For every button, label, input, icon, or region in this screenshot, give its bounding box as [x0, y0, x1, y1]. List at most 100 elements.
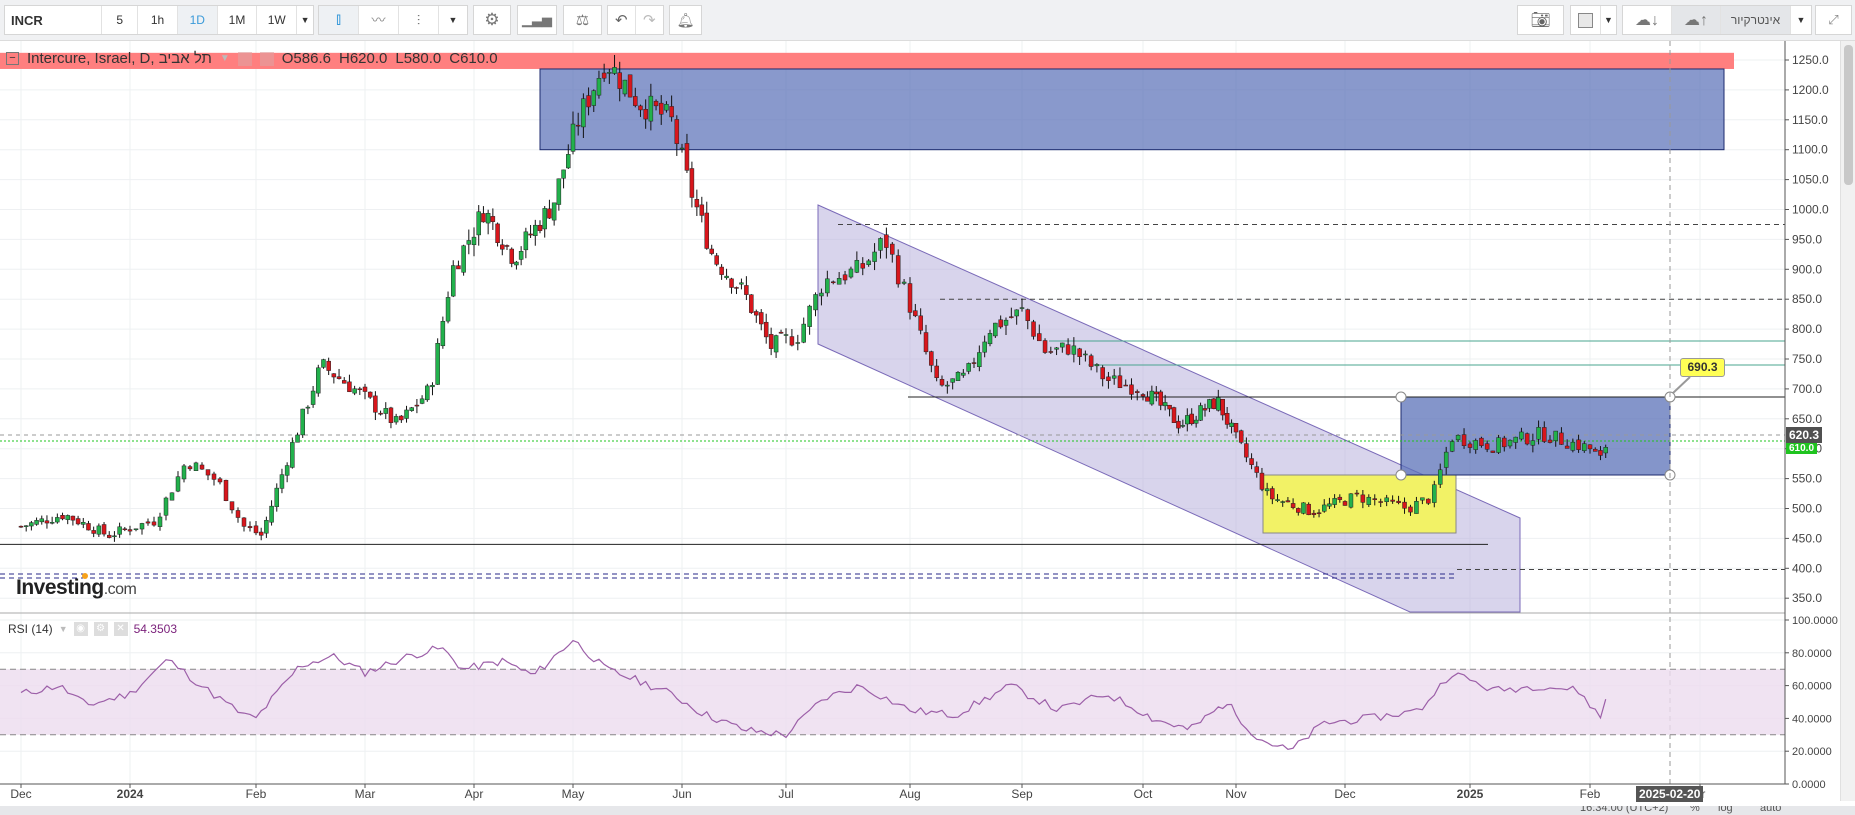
candle-up [955, 371, 961, 381]
candle-up [1275, 499, 1280, 501]
time-tick-label: May [561, 787, 585, 801]
candle-down [1158, 391, 1163, 406]
candle-down [1467, 443, 1473, 448]
candle-up [591, 90, 597, 106]
candle-down [1270, 488, 1275, 500]
candle-down [638, 105, 643, 111]
candle-down [357, 388, 363, 391]
candle-down [1316, 512, 1322, 514]
legend-open: O586.6 [281, 50, 331, 67]
candle-up [664, 104, 669, 111]
candle-up [310, 390, 316, 405]
candle-down [1167, 404, 1172, 410]
candle-down [633, 96, 638, 106]
log-toggle[interactable]: log [1718, 806, 1733, 814]
candle-down [1140, 394, 1146, 397]
auto-toggle[interactable]: auto [1760, 806, 1781, 814]
legend-settings-icon[interactable] [259, 51, 274, 66]
candle-up [435, 343, 440, 385]
candle-down [326, 360, 331, 371]
legend-title: Intercure, Israel, D, תל אביב [27, 50, 212, 67]
time-tick-label: Apr [464, 787, 484, 801]
candle-up [55, 517, 60, 523]
rsi-dropdown-icon[interactable]: ▼ [59, 624, 68, 634]
candle-down [1249, 458, 1254, 465]
legend-close: C610.0 [449, 50, 498, 67]
candle-up [1384, 497, 1389, 502]
candle-up [445, 297, 451, 322]
candle-up [1229, 422, 1234, 427]
rsi-tick-label: 80.0000 [1792, 648, 1832, 660]
time-tick-label: Jun [672, 787, 692, 801]
price-tick-label: 700.0 [1792, 382, 1822, 396]
candle-up [139, 523, 145, 530]
candle-up [316, 367, 321, 394]
price-tick-label: 900.0 [1792, 262, 1822, 276]
time-tick-label: Dec [10, 787, 32, 801]
candle-up [1420, 497, 1425, 501]
price-tick-label: 650.0 [1792, 412, 1822, 426]
candle-down [547, 208, 552, 219]
candle-up [1443, 451, 1449, 468]
candle-down [1009, 316, 1014, 318]
candle-up [409, 407, 414, 411]
candle-up [1513, 436, 1518, 443]
candle-up [556, 178, 562, 205]
candle-up [29, 522, 34, 527]
candle-down [1547, 439, 1553, 443]
candle-up [1198, 405, 1203, 421]
candle-up [1014, 309, 1019, 317]
candle-up [1301, 502, 1306, 514]
candle-up [533, 224, 538, 236]
price-callout[interactable]: 690.3 [1680, 358, 1725, 377]
time-tick-label: Mar [354, 787, 376, 801]
candle-down [895, 255, 901, 285]
collapse-icon[interactable]: − [6, 52, 19, 65]
candle-up [476, 211, 481, 236]
legend-visibility-icon[interactable] [237, 51, 252, 66]
rsi-close-icon[interactable]: ✕ [113, 622, 128, 636]
candle-up [163, 497, 169, 516]
scrollbar-thumb[interactable] [1844, 45, 1853, 185]
candle-down [205, 469, 211, 476]
rsi-settings-icon[interactable]: ⚙ [93, 622, 108, 636]
candle-up [1207, 399, 1212, 409]
candle-down [217, 478, 223, 483]
candle-down [789, 336, 795, 346]
rsi-visibility-icon[interactable]: ◉ [73, 622, 88, 636]
candle-up [570, 123, 576, 152]
legend-dropdown-icon[interactable]: ▼ [220, 53, 230, 64]
candle-down [714, 255, 719, 265]
candle-down [1154, 391, 1159, 395]
drawing-handle [1395, 391, 1407, 403]
candle-down [939, 379, 945, 386]
candle-down [929, 351, 934, 366]
candle-down [1426, 498, 1431, 504]
candle-down [709, 248, 714, 254]
time-tick-label: Feb [245, 787, 267, 801]
price-chart[interactable]: 1250.0 1200.0 1150.0 1100.0 1050.0 1000.0 950.… [0, 0, 1840, 815]
candle-up [49, 522, 55, 524]
candle-down [1598, 450, 1603, 456]
candle-down [86, 523, 91, 531]
scrollbar[interactable] [1840, 41, 1855, 801]
candle-down [18, 525, 24, 528]
price-tick-label: 1000.0 [1792, 203, 1829, 217]
candle-down [367, 391, 373, 398]
candle-up [393, 416, 399, 423]
candle-up [1321, 504, 1327, 512]
candle-down [694, 199, 700, 208]
time-tick-label: Nov [1225, 787, 1247, 801]
candle-down [729, 278, 734, 288]
candle-down [378, 412, 383, 415]
price-tick-label: 500.0 [1792, 502, 1822, 516]
time-tick-label: Aug [899, 787, 921, 801]
candle-down [1117, 375, 1123, 389]
candle-down [336, 376, 342, 379]
candle-down [414, 404, 420, 407]
candle-down [1402, 501, 1407, 509]
candle-down [934, 365, 939, 378]
percent-toggle[interactable]: % [1690, 806, 1700, 814]
candle-down [495, 223, 500, 243]
candle-down [145, 521, 151, 524]
